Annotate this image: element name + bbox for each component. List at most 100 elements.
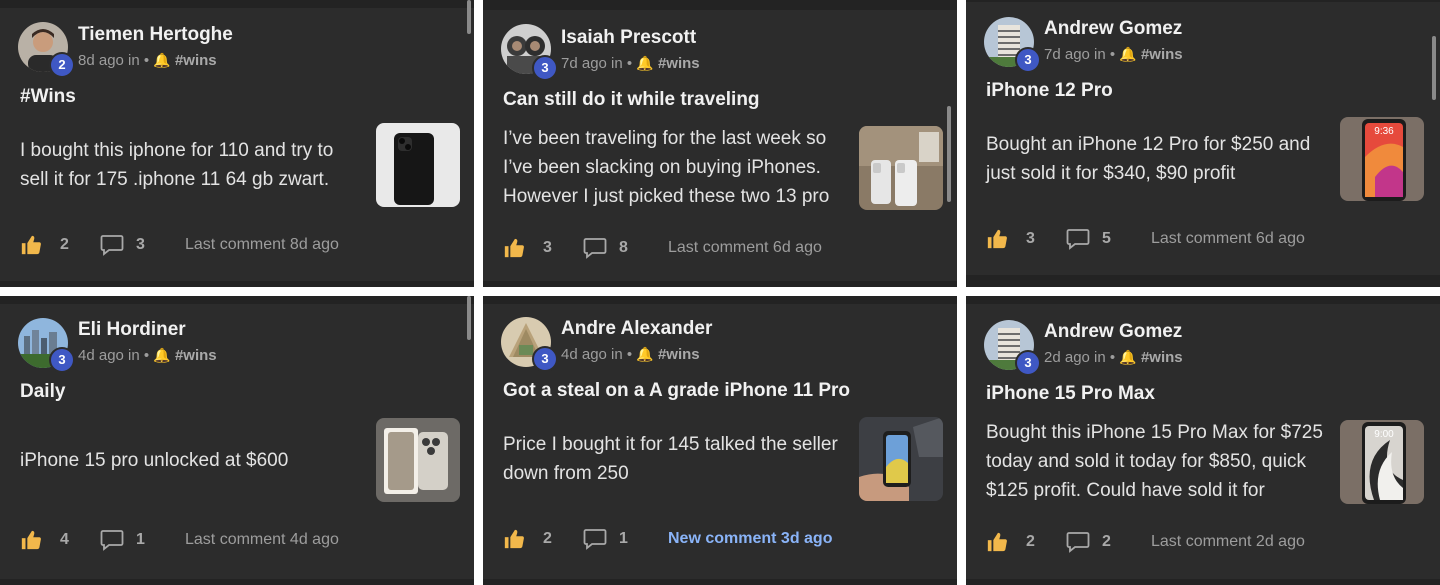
post-card[interactable]: 3 Andre Alexander 4d ago in • 🔔 #wins Go…	[483, 296, 957, 585]
post-title[interactable]: Got a steal on a A grade iPhone 11 Pro	[503, 380, 850, 402]
post-card[interactable]: 3 Andrew Gomez 7d ago in • 🔔 #wins iPhon…	[966, 0, 1440, 287]
post-card[interactable]: 3 Eli Hordiner 4d ago in • 🔔 #wins Daily…	[0, 296, 474, 585]
comment-status: Last comment 8d ago	[185, 236, 339, 253]
card-top-divider	[483, 296, 957, 304]
level-badge: 3	[532, 346, 558, 372]
post-title[interactable]: iPhone 12 Pro	[986, 80, 1113, 102]
post-body[interactable]: iPhone 15 pro unlocked at $600	[20, 446, 360, 475]
channel-link[interactable]: #wins	[658, 346, 700, 363]
post-card[interactable]: 3 Isaiah Prescott 7d ago in • 🔔 #wins Ca…	[483, 0, 957, 287]
post-meta: 4d ago in • 🔔 #wins	[561, 346, 700, 363]
channel-link[interactable]: #wins	[1141, 349, 1183, 366]
speech-bubble-icon[interactable]	[1066, 228, 1090, 255]
like-count: 2	[543, 530, 552, 547]
thumbs-up-icon[interactable]	[20, 234, 42, 261]
post-image[interactable]: 9:00	[1340, 420, 1424, 504]
meta-separator: •	[626, 346, 633, 363]
post-body[interactable]: I bought this iphone for 110 and try to …	[20, 136, 360, 194]
post-title[interactable]: iPhone 15 Pro Max	[986, 383, 1155, 405]
card-top-divider	[0, 0, 474, 8]
comment-count: 1	[619, 530, 628, 547]
thumbs-up-icon[interactable]	[986, 228, 1008, 255]
meta-separator: •	[1109, 349, 1116, 366]
post-card[interactable]: 3 Andrew Gomez 2d ago in • 🔔 #wins iPhon…	[966, 296, 1440, 585]
comment-count: 1	[136, 531, 145, 548]
like-count: 2	[60, 236, 69, 253]
thumb-clock: 9:00	[1374, 429, 1394, 440]
post-body[interactable]: Bought this iPhone 15 Pro Max for $725 t…	[986, 418, 1326, 505]
channel-link[interactable]: #wins	[658, 55, 700, 72]
comment-count: 3	[136, 236, 145, 253]
channel-link[interactable]: #wins	[175, 347, 217, 364]
level-badge: 3	[1015, 350, 1041, 376]
scrollbar[interactable]	[1432, 36, 1436, 100]
post-image[interactable]	[376, 123, 460, 207]
card-top-divider	[0, 296, 474, 304]
post-time: 7d ago in	[1044, 46, 1106, 63]
post-meta: 7d ago in • 🔔 #wins	[1044, 46, 1183, 63]
thumbs-up-icon[interactable]	[503, 237, 525, 264]
channel-link[interactable]: #wins	[175, 52, 217, 69]
speech-bubble-icon[interactable]	[1066, 531, 1090, 558]
bell-icon: 🔔	[636, 55, 654, 71]
bell-icon: 🔔	[1119, 46, 1137, 62]
card-bottom-divider	[0, 281, 474, 287]
comment-count: 8	[619, 239, 628, 256]
scrollbar[interactable]	[467, 0, 471, 34]
author-name[interactable]: Andrew Gomez	[1044, 18, 1182, 40]
level-badge: 2	[49, 52, 75, 78]
author-name[interactable]: Andre Alexander	[561, 318, 712, 340]
level-badge: 3	[532, 55, 558, 81]
comment-count: 5	[1102, 230, 1111, 247]
card-bottom-divider	[966, 579, 1440, 585]
post-meta: 8d ago in • 🔔 #wins	[78, 52, 217, 69]
thumb-clock: 9:36	[1374, 126, 1394, 137]
post-time: 4d ago in	[561, 346, 623, 363]
post-body[interactable]: Price I bought it for 145 talked the sel…	[503, 430, 843, 488]
card-top-divider	[483, 0, 957, 10]
bell-icon: 🔔	[1119, 349, 1137, 365]
card-bottom-divider	[483, 281, 957, 287]
meta-separator: •	[626, 55, 633, 72]
speech-bubble-icon[interactable]	[583, 528, 607, 555]
post-image[interactable]	[376, 418, 460, 502]
author-name[interactable]: Eli Hordiner	[78, 319, 186, 341]
meta-separator: •	[143, 347, 150, 364]
like-count: 4	[60, 531, 69, 548]
scrollbar[interactable]	[947, 106, 951, 202]
speech-bubble-icon[interactable]	[583, 237, 607, 264]
card-top-divider	[966, 296, 1440, 304]
speech-bubble-icon[interactable]	[100, 234, 124, 261]
post-body[interactable]: I’ve been traveling for the last week so…	[503, 124, 843, 211]
author-name[interactable]: Andrew Gomez	[1044, 321, 1182, 343]
bell-icon: 🔔	[636, 346, 654, 362]
thumbs-up-icon[interactable]	[986, 531, 1008, 558]
post-meta: 4d ago in • 🔔 #wins	[78, 347, 217, 364]
comment-count: 2	[1102, 533, 1111, 550]
comment-status: Last comment 6d ago	[668, 239, 822, 256]
like-count: 3	[543, 239, 552, 256]
author-name[interactable]: Isaiah Prescott	[561, 27, 696, 49]
post-title[interactable]: Daily	[20, 381, 65, 403]
bell-icon: 🔔	[153, 52, 171, 68]
thumbs-up-icon[interactable]	[20, 529, 42, 556]
post-time: 7d ago in	[561, 55, 623, 72]
scrollbar[interactable]	[467, 296, 471, 340]
author-name[interactable]: Tiemen Hertoghe	[78, 24, 233, 46]
post-title[interactable]: #Wins	[20, 86, 76, 108]
channel-link[interactable]: #wins	[1141, 46, 1183, 63]
post-time: 4d ago in	[78, 347, 140, 364]
post-image[interactable]	[859, 126, 943, 210]
level-badge: 3	[1015, 47, 1041, 73]
thumbs-up-icon[interactable]	[503, 528, 525, 555]
post-title[interactable]: Can still do it while traveling	[503, 89, 760, 111]
comment-status: Last comment 2d ago	[1151, 533, 1305, 550]
meta-separator: •	[143, 52, 150, 69]
post-card[interactable]: 2 Tiemen Hertoghe 8d ago in • 🔔 #wins #W…	[0, 0, 474, 287]
post-image[interactable]	[859, 417, 943, 501]
new-comment-link[interactable]: New comment 3d ago	[668, 530, 832, 548]
speech-bubble-icon[interactable]	[100, 529, 124, 556]
post-image[interactable]: 9:36	[1340, 117, 1424, 201]
level-badge: 3	[49, 347, 75, 373]
post-body[interactable]: Bought an iPhone 12 Pro for $250 and jus…	[986, 130, 1326, 188]
